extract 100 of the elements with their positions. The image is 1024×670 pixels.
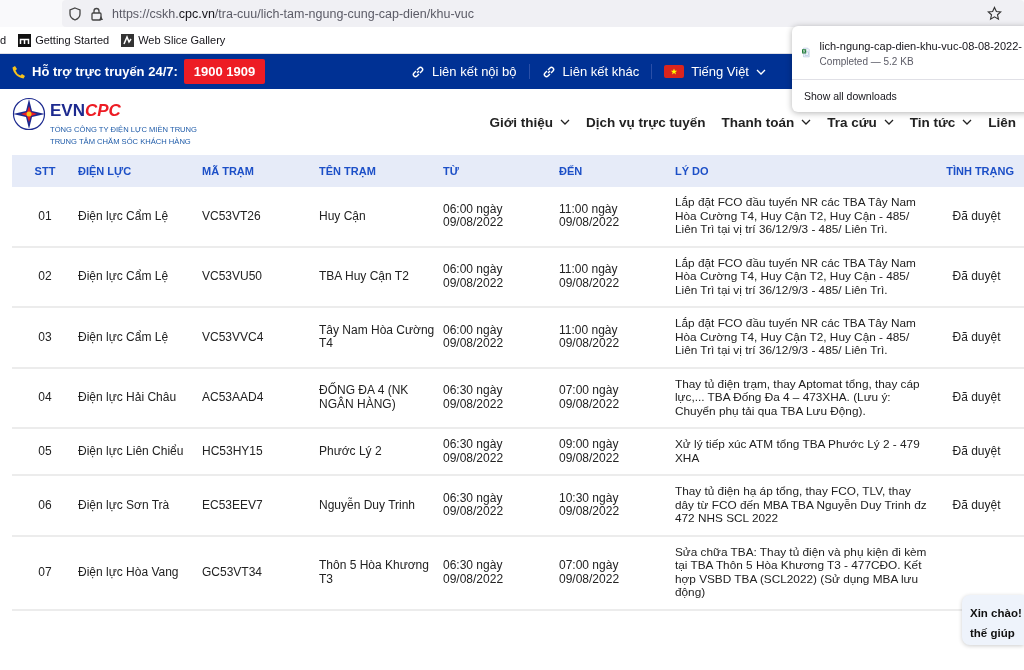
table-cell-text: Đã duyệt <box>951 330 1002 344</box>
table-cell-text: Lắp đặt FCO đầu tuyến NR các TBA Tây Nam Hòa Cường T4, Huy Cận T2, Huy Cận - 485/ Liên Trì tại vị trí 36/12/9/3 - 485/ Liên Trì. <box>675 196 917 237</box>
nav-item[interactable]: Tin tức <box>901 114 981 130</box>
table-cell-text: Thay tủ điện trạm, thay Aptomat tổng, thay cáp lực,... TBA Đống Đa 4 – 473XHA. (Lưu ý: Chuyển phụ tải qua TBA Lưu Động). <box>675 377 921 418</box>
table-cell-text: 06:30 ngày 09/08/2022 <box>443 559 505 586</box>
bookmark-link[interactable]: d <box>0 34 7 46</box>
bookmark-link[interactable]: Web Slice Gallery <box>138 34 226 46</box>
table-cell-text: 04 <box>37 391 53 405</box>
table-cell-text: Nguyễn Duy Trinh <box>319 498 417 512</box>
table-cell-text: Điện lực Cẩm Lệ <box>78 209 170 223</box>
table-cell-text: Đã duyệt <box>951 209 1002 223</box>
phone-icon <box>12 64 26 79</box>
table-cell-text: Điện lực Hòa Vang <box>78 565 180 580</box>
table-cell-text: 07:00 ngày 09/08/2022 <box>559 384 621 412</box>
table-cell-text: Xử lý tiếp xúc ATM tổng TBA Phước Lý 2 - 479 XHA <box>675 438 921 465</box>
chat-greeting: thế giúp <box>970 626 1016 641</box>
slice-icon <box>121 33 135 47</box>
table-cell-text: GC53VT34 <box>202 565 264 580</box>
nav-item[interactable]: Thanh toán <box>713 114 820 130</box>
table-cell-text: Sửa chữa TBA: Thay tủ điện và phụ kiện đi kèm tại TBA Thôn 5 Hòa Khương T3 - 477CĐO. Kết hợp VSBD TBA (SCL2022) (Sử dụng MBA lưu động) <box>675 545 928 600</box>
table-cell-text: EC53EEV7 <box>202 498 264 512</box>
link-icon <box>541 64 556 79</box>
table-cell-text: TBA Huy Cận T2 <box>319 270 410 284</box>
hotline-label: Hỗ trợ trực truyến 24/7: <box>32 64 178 79</box>
table-cell-text: Đã duyệt <box>951 391 1002 405</box>
table-cell-text: Lắp đặt FCO đầu tuyến NR các TBA Tây Nam Hòa Cường T4, Huy Cận T2, Huy Cận - 485/ Liên Trì tại vị trí 36/12/9/3 - 485/ Liên Trì. <box>675 256 917 297</box>
link-icon <box>411 64 425 79</box>
column-header: TÊN TRẠM <box>319 165 377 177</box>
bookmark-tile-icon <box>18 33 32 47</box>
table-cell-text: 11:00 ngày 09/08/2022 <box>559 263 621 291</box>
top-link[interactable]: Liên kết khác <box>528 64 652 79</box>
table-cell-text: HC53HY15 <box>202 444 264 459</box>
show-all-downloads[interactable]: Show all downloads <box>792 80 1024 112</box>
column-header: STT <box>33 165 57 177</box>
table-cell-text: VC53VU50 <box>202 270 264 284</box>
table-cell-text: 10:30 ngày 09/08/2022 <box>559 491 621 519</box>
table-cell-text: 06:30 ngày 09/08/2022 <box>443 438 505 465</box>
logo-text: EVNCPC <box>50 100 122 121</box>
table-cell-text: ĐỐNG ĐA 4 (NK NGÂN HÀNG) <box>319 384 410 412</box>
table-cell-text: Đã duyệt <box>951 270 1002 284</box>
nav-item[interactable]: Tra cứu <box>819 114 902 130</box>
table-cell-text: 06:00 ngày 09/08/2022 <box>443 263 505 291</box>
logo-icon <box>12 96 46 131</box>
address-bar[interactable]: https://cskh.cpc.vn/tra-cuu/lich-tam-ngung-cung-cap-dien/khu-vuc <box>62 0 1024 27</box>
column-header: MÃ TRẠM <box>202 165 255 177</box>
url-text: https://cskh.cpc.vn/tra-cuu/lich-tam-ngung-cung-cap-dien/khu-vuc <box>112 6 474 21</box>
table-cell-text: 06:00 ngày 09/08/2022 <box>443 202 505 230</box>
lock-icon[interactable] <box>90 6 104 21</box>
hotline-number[interactable]: 1900 1909 <box>183 59 266 84</box>
table-cell-text: 11:00 ngày 09/08/2022 <box>559 202 621 230</box>
table-cell-text: Lắp đặt FCO đầu tuyến NR các TBA Tây Nam Hòa Cường T4, Huy Cận T2, Huy Cận - 485/ Liên Trì tại vị trí 36/12/9/3 - 485/ Liên Trì. <box>675 317 917 358</box>
table-cell-text: Phước Lý 2 <box>319 444 383 459</box>
table-cell-text: Tây Nam Hòa Cường T4 <box>319 323 436 351</box>
bookmark-link[interactable]: Getting Started <box>35 34 110 46</box>
table-cell-text: 03 <box>37 330 53 344</box>
table-cell-text: 06:30 ngày 09/08/2022 <box>443 384 505 412</box>
top-link[interactable]: Liên kết nội bộ <box>399 64 529 79</box>
chevron-down-icon <box>756 68 766 75</box>
column-header: ĐIỆN LỰC <box>78 165 133 177</box>
table-cell-text: Điện lực Liên Chiểu <box>78 444 185 459</box>
download-status: Completed — 5.2 KB <box>819 56 915 67</box>
table-cell-text: Thôn 5 Hòa Khương T3 <box>319 559 430 586</box>
chevron-down-icon <box>560 119 571 125</box>
table-cell-text: 05 <box>37 444 53 459</box>
table-cell-text: 01 <box>37 209 53 223</box>
table-cell-text: 07 <box>37 565 53 580</box>
nav-item[interactable]: Dịch vụ trực tuyến <box>578 114 714 130</box>
table-cell-text: AC53AAD4 <box>202 391 265 405</box>
table-cell-text: 06:30 ngày 09/08/2022 <box>443 491 505 519</box>
table-cell-text: 06:00 ngày 09/08/2022 <box>443 323 505 351</box>
table-cell-text: VC53VT26 <box>202 209 262 223</box>
chat-greeting: Xin chào! <box>970 606 1023 621</box>
nav-item[interactable]: Giới thiệu <box>481 114 579 130</box>
chevron-down-icon <box>962 119 973 125</box>
table-cell-text: Đã duyệt <box>951 444 1002 459</box>
shield-icon[interactable] <box>68 6 82 21</box>
column-header: TÌNH TRẠNG <box>945 165 1015 177</box>
chevron-down-icon <box>801 119 812 125</box>
chevron-down-icon <box>883 119 894 125</box>
table-cell-text: VC53VVC4 <box>202 330 265 344</box>
table-cell-text: Điện lực Cẩm Lệ <box>78 330 170 344</box>
top-link[interactable]: Tiếng Việt <box>651 64 778 79</box>
table-cell-text: Điện lực Hải Châu <box>78 391 178 405</box>
table-cell-text: 07:00 ngày 09/08/2022 <box>559 559 621 586</box>
column-header: TỪ <box>443 165 460 177</box>
nav-item[interactable]: Liên <box>980 114 1024 130</box>
star-icon[interactable] <box>987 6 1002 21</box>
table-cell-text: Thay tủ điện hạ áp tổng, thay FCO, TLV, thay dây từ FCO đến MBA TBA Nguyễn Duy Trinh đz 472 NHS SCL 2022 <box>675 485 928 526</box>
flag-icon <box>664 65 685 78</box>
table-cell-text: Huy Cận <box>319 209 367 223</box>
download-file-name: lich-ngung-cap-dien-khu-vuc-08-08-2022- <box>819 40 1022 52</box>
download-item[interactable]: lich-ngung-cap-dien-khu-vuc-08-08-2022- Completed — 5.2 KB <box>792 26 1024 80</box>
table-cell-text: Điện lực Sơn Trà <box>78 498 171 512</box>
table-cell-text: 09:00 ngày 09/08/2022 <box>559 438 621 465</box>
table-cell-text: 06 <box>37 498 53 512</box>
table-cell-text: Đã duyệt <box>951 498 1002 512</box>
table-cell-text: 11:00 ngày 09/08/2022 <box>559 323 621 351</box>
column-header: ĐẾN <box>559 165 584 177</box>
table-cell-text: Điện lực Cẩm Lệ <box>78 270 170 284</box>
table-cell-text: 02 <box>37 270 53 284</box>
